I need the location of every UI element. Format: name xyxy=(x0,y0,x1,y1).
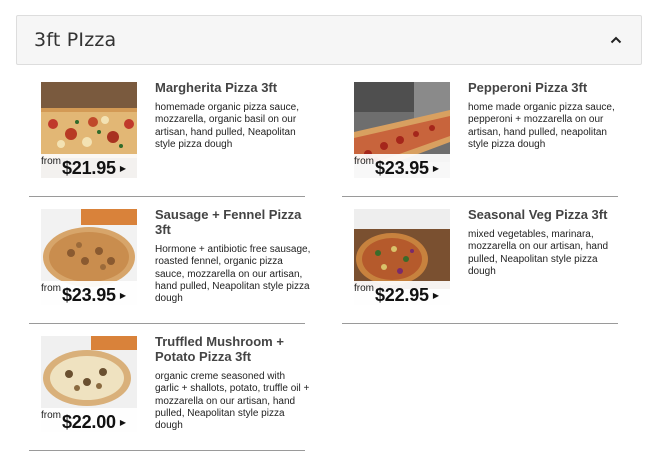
item-name[interactable]: Sausage + Fennel Pizza 3ft xyxy=(155,207,315,237)
section-header[interactable]: 3ft PIzza xyxy=(16,15,642,65)
item-description: mixed vegetables, marinara, mozzarella o… xyxy=(468,229,609,277)
menu-item-pepperoni[interactable]: from $23.95 ▶ Pepperoni Pizza 3ft home m… xyxy=(342,80,618,197)
price-value: $23.95 xyxy=(375,158,429,178)
section-title: 3ft PIzza xyxy=(34,29,117,51)
menu-item-sausage-fennel[interactable]: from $23.95 ▶ Sausage + Fennel Pizza 3ft… xyxy=(29,207,310,324)
item-name[interactable]: Truffled Mushroom + Potato Pizza 3ft xyxy=(155,334,315,364)
price-tag[interactable]: from $22.95 ▶ xyxy=(354,281,450,307)
caret-right-icon: ▶ xyxy=(119,417,127,427)
price-value: $22.95 xyxy=(375,285,429,305)
from-label: from xyxy=(354,156,374,167)
from-label: from xyxy=(41,410,61,421)
item-description: home made organic pizza sauce, pepperoni… xyxy=(468,102,615,150)
menu-item-seasonal-veg[interactable]: from $22.95 ▶ Seasonal Veg Pizza 3ft mix… xyxy=(342,207,618,324)
chevron-up-icon[interactable] xyxy=(609,33,623,47)
price-tag[interactable]: from $23.95 ▶ xyxy=(41,281,137,307)
price-tag[interactable]: from $22.00 ▶ xyxy=(41,408,137,434)
price-value: $22.00 xyxy=(62,412,116,432)
item-name[interactable]: Seasonal Veg Pizza 3ft xyxy=(468,207,628,222)
price-tag[interactable]: from $21.95 ▶ xyxy=(41,154,137,180)
item-description: homemade organic pizza sauce, mozzarella… xyxy=(155,102,299,150)
caret-right-icon: ▶ xyxy=(119,163,127,173)
price-value: $21.95 xyxy=(62,158,116,178)
caret-right-icon: ▶ xyxy=(432,163,440,173)
caret-right-icon: ▶ xyxy=(119,290,127,300)
price-value: $23.95 xyxy=(62,285,116,305)
item-name[interactable]: Margherita Pizza 3ft xyxy=(155,80,315,95)
item-name[interactable]: Pepperoni Pizza 3ft xyxy=(468,80,628,95)
from-label: from xyxy=(41,283,61,294)
from-label: from xyxy=(354,283,374,294)
from-label: from xyxy=(41,156,61,167)
item-description: organic creme seasoned with garlic + sha… xyxy=(155,371,310,432)
menu-item-truffled-mushroom[interactable]: from $22.00 ▶ Truffled Mushroom + Potato… xyxy=(29,334,309,451)
price-tag[interactable]: from $23.95 ▶ xyxy=(354,154,450,180)
caret-right-icon: ▶ xyxy=(432,290,440,300)
item-description: Hormone + antibiotic free sausage, roast… xyxy=(155,244,311,305)
menu-item-margherita[interactable]: from $21.95 ▶ Margherita Pizza 3ft homem… xyxy=(29,80,305,197)
